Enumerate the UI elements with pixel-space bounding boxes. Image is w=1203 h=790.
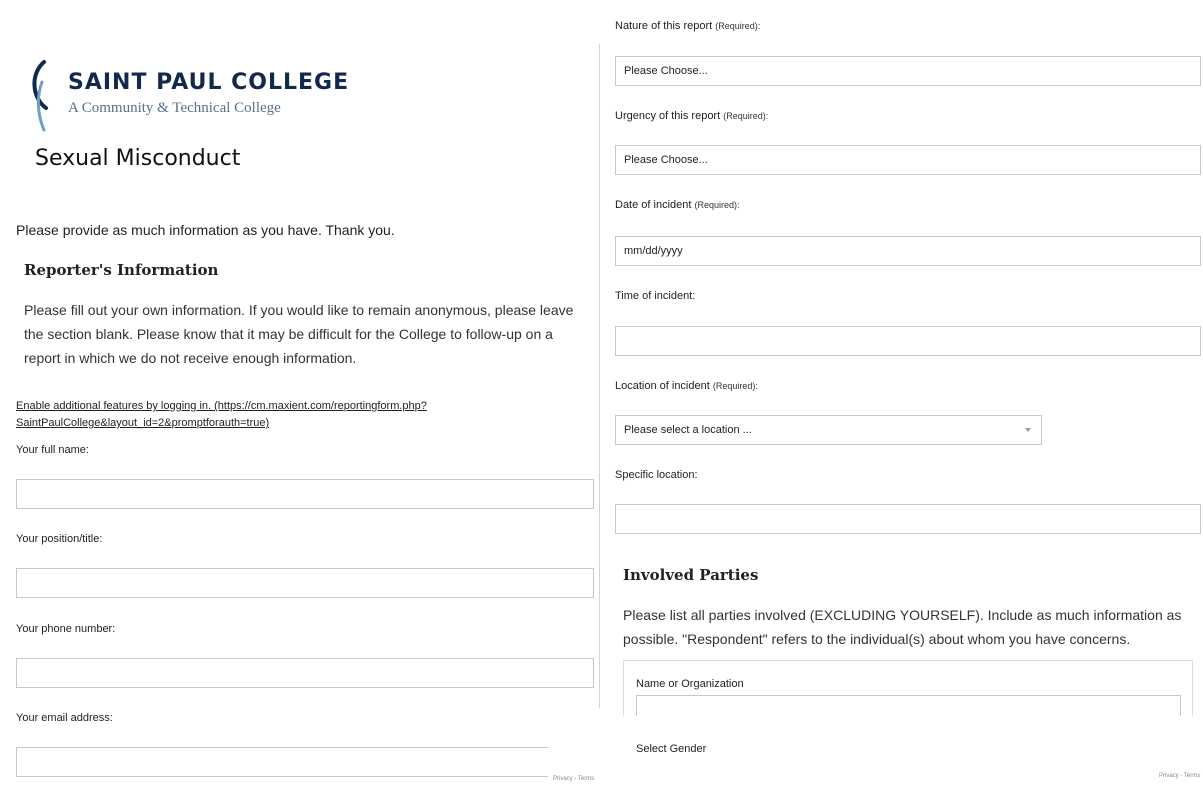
location-select-value: Please select a location ... bbox=[624, 424, 752, 436]
location-select[interactable]: Please select a location ... bbox=[615, 415, 1042, 445]
required-tag: (Required): bbox=[712, 381, 758, 391]
date-label: Date of incident (Required): bbox=[615, 199, 740, 211]
location-label-text: Location of incident bbox=[615, 380, 710, 392]
urgency-select[interactable]: Please Choose... bbox=[615, 145, 1201, 175]
full-name-input[interactable] bbox=[16, 479, 594, 509]
login-link[interactable]: Enable additional features by logging in… bbox=[16, 398, 576, 432]
chevron-down-icon bbox=[1025, 428, 1031, 432]
required-tag: (Required): bbox=[723, 111, 769, 121]
date-input[interactable]: mm/dd/yyyy bbox=[615, 236, 1201, 266]
phone-input[interactable] bbox=[16, 658, 594, 688]
position-label: Your position/title: bbox=[16, 533, 103, 545]
time-input[interactable] bbox=[615, 326, 1201, 356]
nature-label-text: Nature of this report bbox=[615, 20, 713, 32]
full-name-label: Your full name: bbox=[16, 444, 89, 456]
column-divider bbox=[599, 44, 600, 708]
required-tag: (Required): bbox=[715, 21, 761, 31]
email-label: Your email address: bbox=[16, 712, 113, 724]
recaptcha-badge-right[interactable]: Privacy - Terms bbox=[1159, 773, 1200, 779]
required-tag: (Required): bbox=[694, 200, 740, 210]
reporter-section-description: Please fill out your own information. If… bbox=[24, 302, 574, 366]
college-name: SAINT PAUL COLLEGE bbox=[68, 70, 350, 95]
college-logo-mark-icon bbox=[32, 60, 48, 132]
urgency-label-text: Urgency of this report bbox=[615, 110, 721, 122]
email-input[interactable] bbox=[16, 747, 594, 777]
nature-select[interactable]: Please Choose... bbox=[615, 56, 1201, 86]
location-label: Location of incident (Required): bbox=[615, 380, 758, 392]
phone-label: Your phone number: bbox=[16, 623, 116, 635]
college-logo: SAINT PAUL COLLEGE A Community & Technic… bbox=[30, 58, 350, 136]
position-input[interactable] bbox=[16, 568, 594, 598]
college-subtitle: A Community & Technical College bbox=[68, 100, 281, 116]
specific-location-label: Specific location: bbox=[615, 469, 698, 481]
intro-text: Please provide as much information as yo… bbox=[16, 222, 395, 238]
gender-select-label[interactable]: Select Gender bbox=[636, 743, 706, 755]
urgency-label: Urgency of this report (Required): bbox=[615, 110, 768, 122]
specific-location-input[interactable] bbox=[615, 504, 1201, 534]
time-label: Time of incident: bbox=[615, 290, 696, 302]
reporter-section-heading: Reporter's Information bbox=[24, 261, 219, 279]
involved-section-description: Please list all parties involved (EXCLUD… bbox=[623, 607, 1182, 647]
nature-label: Nature of this report (Required): bbox=[615, 20, 760, 32]
recaptcha-badge-left[interactable]: Privacy - Terms bbox=[553, 776, 594, 782]
party-name-label: Name or Organization bbox=[636, 678, 744, 690]
page-title: Sexual Misconduct bbox=[35, 146, 241, 171]
date-label-text: Date of incident bbox=[615, 199, 692, 211]
involved-section-heading: Involved Parties bbox=[623, 566, 759, 584]
